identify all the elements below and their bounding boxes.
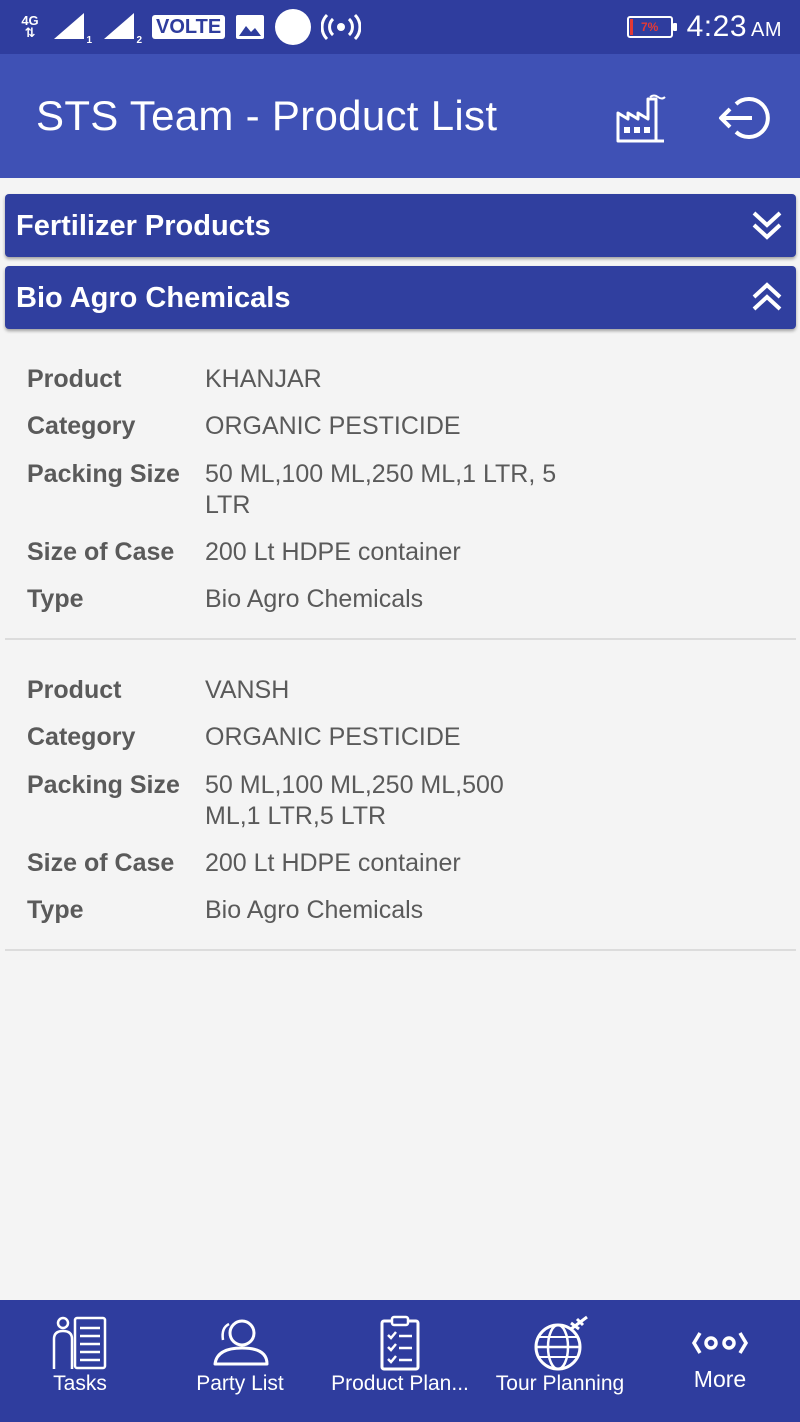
image-notification-icon [235, 14, 265, 40]
sim2-label: 2 [136, 35, 142, 46]
nav-label: Party List [196, 1372, 284, 1395]
size-of-case-value: 200 Lt HDPE container [205, 849, 461, 877]
circle-notification-icon [275, 9, 312, 45]
signal-sim2-icon: 2 [102, 12, 142, 46]
tour-planning-icon [530, 1314, 590, 1372]
nav-label: Tour Planning [495, 1372, 625, 1395]
type-value: Bio Agro Chemicals [205, 896, 424, 924]
nav-label: More [693, 1366, 747, 1392]
product-card: Product KHANJAR Category ORGANIC PESTICI… [5, 348, 796, 640]
clock-time: 4:23 [686, 10, 747, 43]
nav-label: Product Plan... [331, 1372, 469, 1395]
nav-item-more[interactable]: More [640, 1300, 800, 1422]
logout-icon[interactable] [718, 90, 774, 146]
battery-icon: 7% [626, 16, 677, 38]
nav-item-product-plan[interactable]: Product Plan... [320, 1300, 480, 1422]
category-value: ORGANIC PESTICIDE [205, 723, 461, 751]
size-of-case-label: Size of Case [27, 849, 175, 877]
status-right-group: 7% 4:23 AM [626, 8, 782, 46]
status-bar: 4G ⇅ 1 2 VOLTE 7% 4:23 AM [0, 0, 800, 54]
signal-sim1-icon: 1 [52, 12, 92, 46]
nav-item-tasks[interactable]: Tasks [0, 1300, 160, 1422]
section-header-fertilizer-products[interactable]: Fertilizer Products [5, 194, 796, 257]
category-value: ORGANIC PESTICIDE [205, 412, 461, 440]
chevron-double-up-icon [750, 280, 784, 314]
product-plan-icon [370, 1314, 430, 1372]
section-title: Fertilizer Products [16, 210, 271, 242]
nav-label: Tasks [53, 1372, 107, 1395]
category-label: Category [27, 723, 136, 751]
volte-badge: VOLTE [152, 15, 226, 39]
status-left-group: 4G ⇅ 1 2 VOLTE [18, 9, 362, 46]
nav-item-party-list[interactable]: Party List [160, 1300, 320, 1422]
product-label: Product [27, 365, 122, 393]
product-value: VANSH [205, 676, 290, 704]
product-card: Product VANSH Category ORGANIC PESTICIDE… [5, 659, 796, 951]
chevron-double-down-icon [750, 208, 784, 242]
packing-size-value: 50 ML,100 ML,250 ML,1 LTR, 5 LTR [205, 460, 557, 519]
tasks-icon [50, 1314, 110, 1372]
page-title: STS Team - Product List [36, 92, 498, 139]
size-of-case-value: 200 Lt HDPE container [205, 538, 461, 566]
packing-size-label: Packing Size [27, 460, 180, 488]
section-title: Bio Agro Chemicals [16, 282, 291, 314]
clock: 4:23 AM [687, 10, 782, 44]
nav-item-tour-planning[interactable]: Tour Planning [480, 1300, 640, 1422]
more-icon [690, 1314, 750, 1372]
factory-icon[interactable] [612, 90, 668, 146]
party-list-icon [210, 1314, 270, 1372]
type-label: Type [27, 896, 84, 924]
network-type-indicator: 4G ⇅ [18, 14, 42, 40]
size-of-case-label: Size of Case [27, 538, 175, 566]
data-arrows-icon: ⇅ [24, 25, 36, 40]
sim1-label: 1 [86, 35, 92, 46]
app-bar: STS Team - Product List [0, 54, 800, 178]
packing-size-value: 50 ML,100 ML,250 ML,500 ML,1 LTR,5 LTR [205, 771, 504, 830]
type-label: Type [27, 585, 84, 613]
type-value: Bio Agro Chemicals [205, 585, 424, 613]
section-header-bio-agro-chemicals[interactable]: Bio Agro Chemicals [5, 266, 796, 329]
category-label: Category [27, 412, 136, 440]
product-label: Product [27, 676, 122, 704]
product-value: KHANJAR [205, 365, 322, 393]
clock-ampm: AM [751, 19, 782, 41]
packing-size-label: Packing Size [27, 771, 180, 799]
battery-percent: 7% [640, 20, 659, 34]
hotspot-icon [320, 12, 362, 42]
bottom-nav: Tasks Party List Product Plan... Tour Pl… [0, 1300, 800, 1422]
